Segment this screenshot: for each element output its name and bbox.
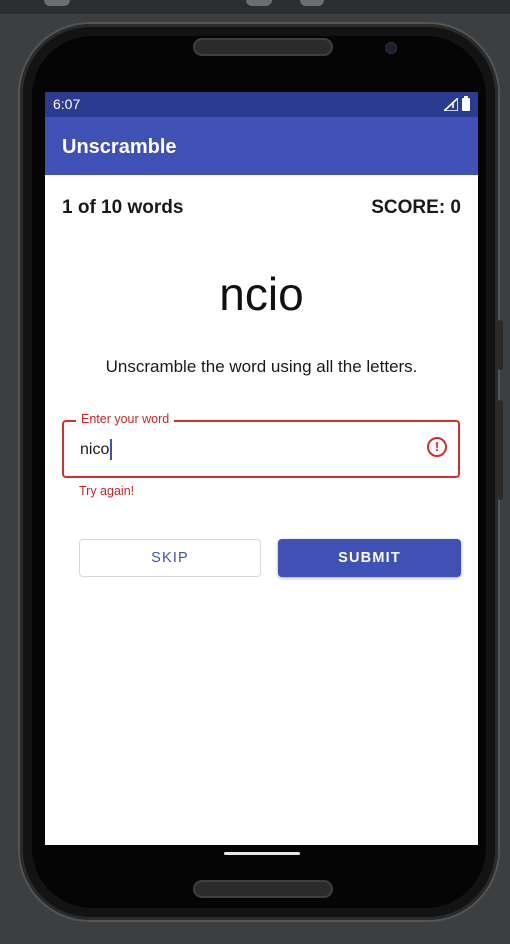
word-input-value: nico <box>80 440 110 458</box>
power-button <box>498 400 503 500</box>
submit-button[interactable]: SUBMIT <box>278 539 461 577</box>
text-cursor <box>110 439 113 460</box>
word-input-label: Enter your word <box>76 412 175 426</box>
word-input-field[interactable]: Enter your word nico ! <box>62 412 460 478</box>
status-bar: 6:07 <box>45 92 478 117</box>
toolbar-icon <box>300 0 324 6</box>
bottom-speaker <box>193 880 333 898</box>
instructions: Unscramble the word using all the letter… <box>105 357 418 376</box>
navigation-bar <box>45 845 478 863</box>
toolbar-icon <box>246 0 272 6</box>
skip-button[interactable]: SKIP <box>79 539 261 577</box>
volume-button <box>498 320 503 370</box>
status-time: 6:07 <box>53 96 81 112</box>
app-screen: 6:07 Unscramble 1 of 10 words SCORE: 0 n… <box>45 92 478 845</box>
app-title: Unscramble <box>62 136 177 158</box>
app-bar: Unscramble <box>45 117 478 175</box>
home-gesture-handle[interactable] <box>224 852 300 855</box>
error-icon: ! <box>427 437 447 457</box>
word-input[interactable]: nico <box>80 439 113 460</box>
signal-icon <box>444 98 458 111</box>
scrambled-word: ncio <box>219 268 304 320</box>
score: SCORE: 0 <box>371 197 461 218</box>
front-camera <box>385 42 397 54</box>
word-count: 1 of 10 words <box>62 197 184 218</box>
battery-icon <box>462 96 470 111</box>
toolbar-icon <box>44 0 70 6</box>
ide-toolbar-strip <box>0 0 510 14</box>
top-speaker <box>193 38 333 56</box>
error-message: Try again! <box>79 484 135 498</box>
